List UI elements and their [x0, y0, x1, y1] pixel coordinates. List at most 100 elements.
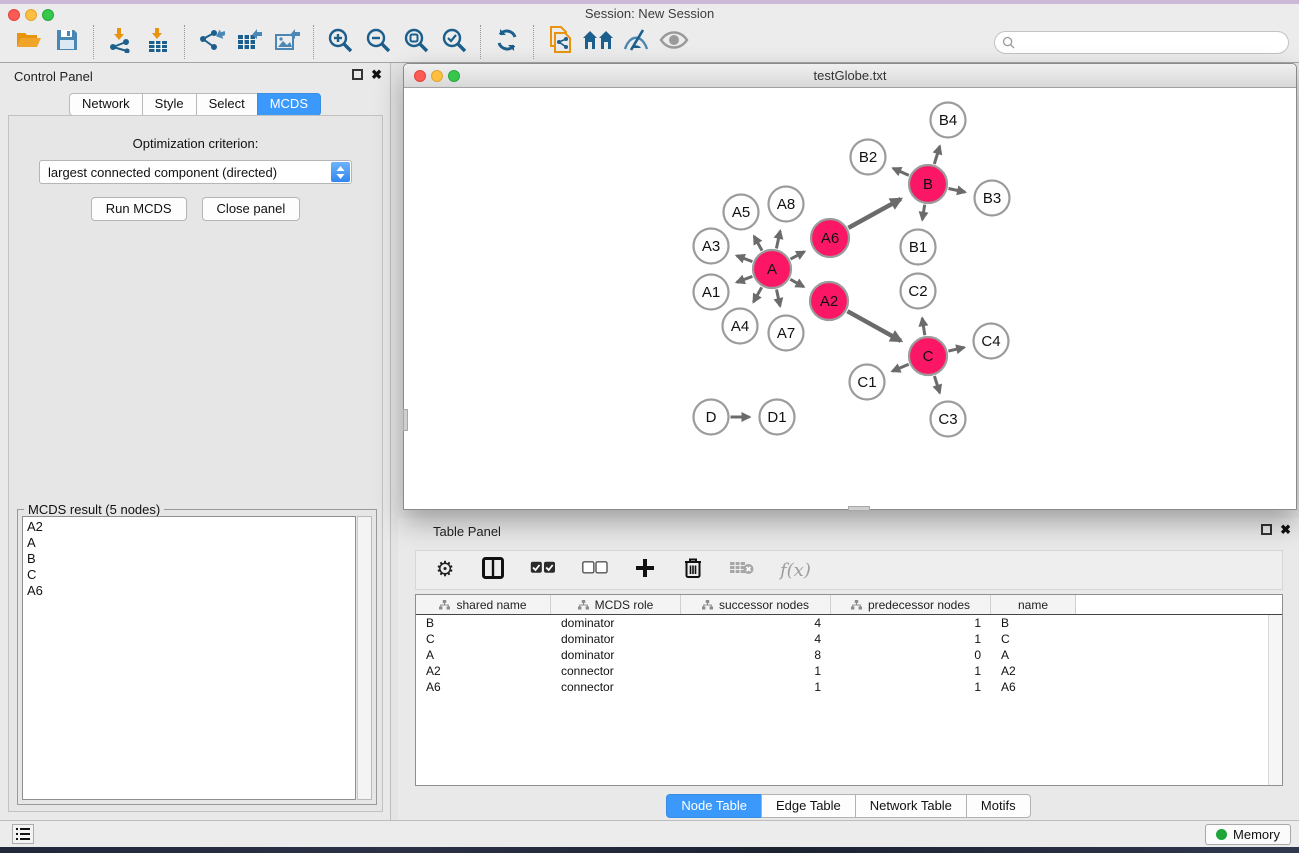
float-panel-icon[interactable] — [352, 69, 363, 80]
node-D1[interactable]: D1 — [760, 400, 795, 435]
edge-B-B1[interactable] — [922, 205, 924, 220]
cell-successor-nodes[interactable]: 8 — [681, 647, 831, 663]
edge-A6-B[interactable] — [848, 199, 900, 228]
node-C2[interactable]: C2 — [901, 274, 936, 309]
cell-successor-nodes[interactable]: 4 — [681, 615, 831, 631]
tab-node-table[interactable]: Node Table — [666, 794, 761, 818]
zoom-selected-button[interactable] — [435, 24, 473, 60]
cell-successor-nodes[interactable]: 4 — [681, 631, 831, 647]
cell-shared-name[interactable]: B — [416, 615, 551, 631]
cell-predecessor-nodes[interactable]: 1 — [831, 663, 991, 679]
edge-A2-C[interactable] — [847, 311, 901, 341]
cell-shared-name[interactable]: A — [416, 647, 551, 663]
close-table-panel-icon[interactable]: ✖ — [1280, 524, 1291, 535]
table-row[interactable]: Cdominator41C — [416, 631, 1282, 647]
node-A2[interactable]: A2 — [810, 282, 848, 320]
window-resize-handle-left[interactable] — [403, 409, 408, 431]
edge-B-B4[interactable] — [934, 146, 940, 164]
cell-MCDS-role[interactable]: connector — [551, 679, 681, 695]
cell-predecessor-nodes[interactable]: 1 — [831, 631, 991, 647]
mcds-result-item[interactable]: C — [27, 567, 355, 583]
edge-C-C4[interactable] — [948, 347, 964, 351]
node-C3[interactable]: C3 — [931, 402, 966, 437]
cell-name[interactable]: C — [991, 631, 1076, 647]
node-C4[interactable]: C4 — [974, 324, 1009, 359]
network-window-titlebar[interactable]: testGlobe.txt — [404, 64, 1296, 88]
tab-edge-table[interactable]: Edge Table — [761, 794, 855, 818]
table-row[interactable]: A2connector11A2 — [416, 663, 1282, 679]
mcds-result-item[interactable]: A2 — [27, 519, 355, 535]
node-A7[interactable]: A7 — [769, 316, 804, 351]
task-history-button[interactable] — [12, 824, 34, 844]
tab-select[interactable]: Select — [196, 93, 257, 116]
cell-predecessor-nodes[interactable]: 0 — [831, 647, 991, 663]
node-C1[interactable]: C1 — [850, 365, 885, 400]
home-view-button[interactable] — [579, 24, 617, 60]
network-graph[interactable]: B4 B2 B B3 A8 A5 A6 A3 B1 A C2 A1 A2 A4 … — [405, 88, 1295, 509]
table-scrollbar[interactable] — [1268, 615, 1282, 785]
node-D[interactable]: D — [694, 400, 729, 435]
column-header-predecessor-nodes[interactable]: predecessor nodes — [831, 595, 991, 614]
node-B3[interactable]: B3 — [975, 181, 1010, 216]
node-A5[interactable]: A5 — [724, 195, 759, 230]
search-box[interactable] — [994, 31, 1289, 54]
window-resize-handle-bottom[interactable] — [848, 506, 870, 511]
mcds-result-item[interactable]: A6 — [27, 583, 355, 599]
node-A3[interactable]: A3 — [694, 229, 729, 264]
cell-MCDS-role[interactable]: dominator — [551, 647, 681, 663]
network-canvas[interactable]: B4 B2 B B3 A8 A5 A6 A3 B1 A C2 A1 A2 A4 … — [405, 88, 1295, 509]
edge-A-A1[interactable] — [737, 276, 753, 282]
zoom-in-button[interactable] — [321, 24, 359, 60]
refresh-view-button[interactable] — [488, 24, 526, 60]
node-C[interactable]: C — [909, 337, 947, 375]
node-B[interactable]: B — [909, 165, 947, 203]
cell-shared-name[interactable]: A2 — [416, 663, 551, 679]
node-A[interactable]: A — [753, 250, 791, 288]
edge-A-A8[interactable] — [776, 231, 780, 249]
tab-style[interactable]: Style — [142, 93, 196, 116]
node-A1[interactable]: A1 — [694, 275, 729, 310]
table-row[interactable]: A6connector11A6 — [416, 679, 1282, 695]
node-A4[interactable]: A4 — [723, 309, 758, 344]
export-table-button[interactable] — [230, 24, 268, 60]
node-A6[interactable]: A6 — [811, 219, 849, 257]
split-columns-button[interactable] — [482, 558, 504, 582]
table-settings-gear-button[interactable]: ⚙ — [434, 558, 456, 582]
cell-MCDS-role[interactable]: dominator — [551, 615, 681, 631]
tab-network-table[interactable]: Network Table — [855, 794, 966, 818]
close-panel-icon[interactable]: ✖ — [371, 69, 382, 80]
deselect-all-checkboxes-button[interactable] — [582, 558, 608, 582]
export-network-button[interactable] — [192, 24, 230, 60]
tab-mcds[interactable]: MCDS — [257, 93, 321, 116]
cell-name[interactable]: B — [991, 615, 1076, 631]
cell-MCDS-role[interactable]: connector — [551, 663, 681, 679]
show-graphics-details-button[interactable] — [655, 24, 693, 60]
cell-predecessor-nodes[interactable]: 1 — [831, 679, 991, 695]
node-B4[interactable]: B4 — [931, 103, 966, 138]
edge-A-A5[interactable] — [754, 236, 762, 250]
node-A8[interactable]: A8 — [769, 187, 804, 222]
column-header-name[interactable]: name — [991, 595, 1076, 614]
run-mcds-button[interactable]: Run MCDS — [91, 197, 187, 221]
result-scrollbar[interactable] — [357, 516, 372, 800]
cell-successor-nodes[interactable]: 1 — [681, 679, 831, 695]
search-input[interactable] — [1019, 35, 1288, 51]
delete-column-trash-button[interactable] — [682, 558, 704, 582]
mcds-result-list[interactable]: A2ABCA6 — [22, 516, 356, 800]
table-row[interactable]: Bdominator41B — [416, 615, 1282, 631]
edge-A-A4[interactable] — [754, 287, 762, 302]
cell-name[interactable]: A2 — [991, 663, 1076, 679]
close-panel-button[interactable]: Close panel — [202, 197, 301, 221]
column-header-MCDS-role[interactable]: MCDS role — [551, 595, 681, 614]
hide-graphics-details-button[interactable] — [617, 24, 655, 60]
edge-A-A7[interactable] — [777, 290, 781, 307]
float-table-panel-icon[interactable] — [1261, 524, 1272, 535]
edge-C-C2[interactable] — [922, 318, 925, 335]
mcds-result-item[interactable]: A — [27, 535, 355, 551]
mcds-result-item[interactable]: B — [27, 551, 355, 567]
add-column-button[interactable] — [634, 558, 656, 582]
column-header-shared-name[interactable]: shared name — [416, 595, 551, 614]
select-all-checkboxes-button[interactable] — [530, 558, 556, 582]
cell-shared-name[interactable]: C — [416, 631, 551, 647]
import-table-button[interactable] — [139, 24, 177, 60]
